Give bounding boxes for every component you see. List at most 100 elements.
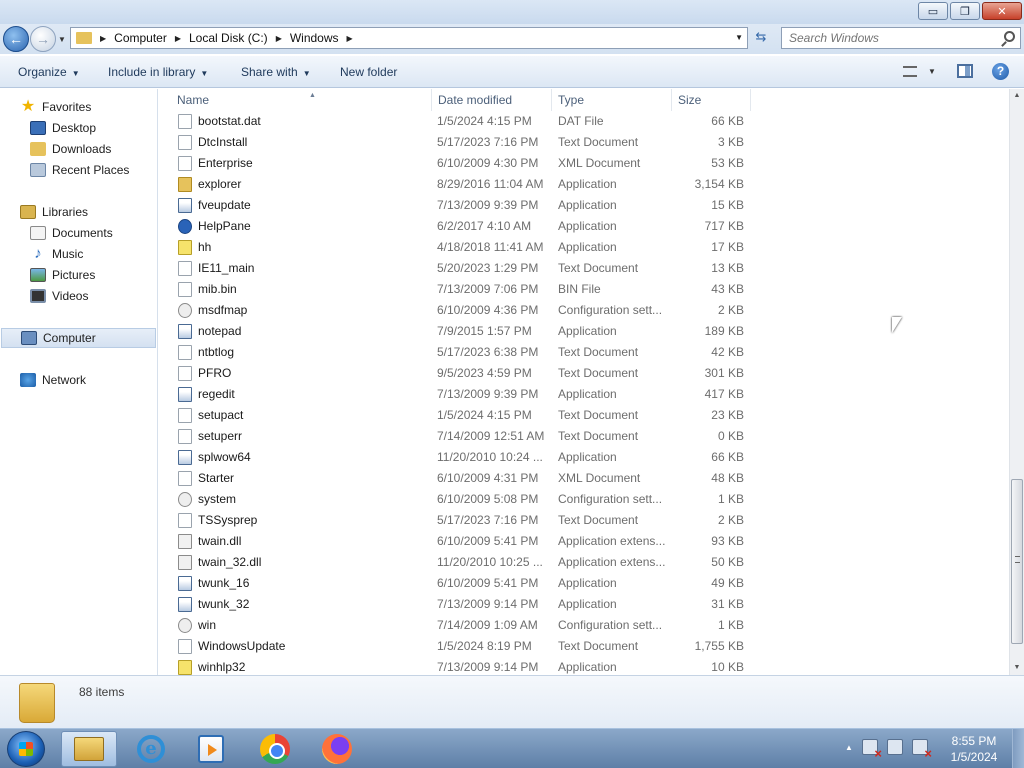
folder-icon: [19, 683, 55, 723]
table-row[interactable]: HelpPane 6/2/2017 4:10 AM Application 717 K…: [160, 216, 760, 237]
scroll-up-button[interactable]: ▲: [1010, 89, 1024, 103]
search-icon[interactable]: [1004, 31, 1015, 42]
nav-network[interactable]: Network: [20, 370, 86, 390]
table-row[interactable]: ntbtlog 5/17/2023 6:38 PM Text Document 42 …: [160, 342, 760, 363]
file-file-icon: [178, 471, 192, 486]
nav-favorites[interactable]: ★ Favorites: [20, 97, 92, 117]
share-with-button[interactable]: Share with ▼: [241, 65, 311, 79]
search-input[interactable]: [782, 28, 992, 48]
file-name: notepad: [198, 324, 242, 338]
nav-videos[interactable]: Videos: [30, 286, 88, 306]
file-size: 3 KB: [717, 135, 744, 149]
preview-pane-icon[interactable]: [957, 64, 973, 78]
taskbar-media-player[interactable]: [183, 731, 239, 767]
file-file-icon: [178, 261, 192, 276]
table-row[interactable]: regedit 7/13/2009 9:39 PM Application 417 K…: [160, 384, 760, 405]
breadcrumb-computer[interactable]: Computer: [114, 31, 167, 45]
help-icon[interactable]: ?: [992, 63, 1009, 80]
forward-button[interactable]: →: [30, 26, 56, 52]
maximize-button[interactable]: ❐: [950, 2, 980, 20]
taskbar-internet-explorer[interactable]: e: [123, 731, 179, 767]
column-header-date-modified[interactable]: Date modified: [433, 89, 552, 111]
chevron-right-icon[interactable]: ▶: [175, 34, 181, 43]
table-row[interactable]: PFRO 9/5/2023 4:59 PM Text Document 301 KB: [160, 363, 760, 384]
action-center-icon[interactable]: [861, 739, 882, 761]
view-options-dropdown[interactable]: ▼: [928, 67, 936, 76]
table-row[interactable]: WindowsUpdate 1/5/2024 8:19 PM Text Docume…: [160, 636, 760, 657]
nav-downloads[interactable]: Downloads: [30, 139, 111, 159]
change-view-icon[interactable]: [903, 66, 917, 77]
table-row[interactable]: bootstat.dat 1/5/2024 4:15 PM DAT File 66 K…: [160, 111, 760, 132]
address-bar[interactable]: ▶ Computer ▶ Local Disk (C:) ▶ Windows ▶…: [70, 27, 748, 49]
table-row[interactable]: Starter 6/10/2009 4:31 PM XML Document 48 K…: [160, 468, 760, 489]
table-row[interactable]: system 6/10/2009 5:08 PM Configuration set…: [160, 489, 760, 510]
column-header-name[interactable]: Name ▲: [172, 89, 432, 111]
network-status-icon[interactable]: [886, 739, 903, 755]
file-size: 717 KB: [704, 219, 744, 233]
nav-recent-places[interactable]: Recent Places: [30, 160, 129, 180]
organize-button[interactable]: Organize ▼: [18, 65, 80, 79]
vertical-scrollbar[interactable]: ▲ ▼: [1009, 89, 1024, 675]
nav-desktop[interactable]: Desktop: [30, 118, 96, 138]
scrollbar-thumb[interactable]: [1011, 479, 1023, 644]
file-file-icon: [178, 639, 192, 654]
breadcrumb-local-disk[interactable]: Local Disk (C:): [189, 31, 268, 45]
nav-music[interactable]: ♪ Music: [30, 244, 83, 264]
table-row[interactable]: twunk_16 6/10/2009 5:41 PM Application 49 K…: [160, 573, 760, 594]
recent-pages-dropdown[interactable]: ▼: [58, 35, 66, 44]
nav-pictures[interactable]: Pictures: [30, 265, 95, 285]
table-row[interactable]: msdfmap 6/10/2009 4:36 PM Configuration se…: [160, 300, 760, 321]
chevron-right-icon[interactable]: ▶: [276, 34, 282, 43]
file-type: Text Document: [558, 408, 639, 422]
nav-documents[interactable]: Documents: [30, 223, 113, 243]
start-button[interactable]: [7, 731, 45, 767]
table-row[interactable]: twain.dll 6/10/2009 5:41 PM Application ex…: [160, 531, 760, 552]
table-row[interactable]: notepad 7/9/2015 1:57 PM Application 189 KB: [160, 321, 760, 342]
details-pane: 88 items: [0, 675, 1024, 728]
nav-libraries[interactable]: Libraries: [20, 202, 88, 222]
back-button[interactable]: ←: [3, 26, 29, 52]
column-header-size[interactable]: Size: [673, 89, 751, 111]
table-row[interactable]: IE11_main 5/20/2023 1:29 PM Text Document 1…: [160, 258, 760, 279]
taskbar-clock[interactable]: 8:55 PM 1/5/2024: [945, 733, 1003, 765]
table-row[interactable]: hh 4/18/2018 11:41 AM Application 17 KB: [160, 237, 760, 258]
file-size: 66 KB: [711, 114, 744, 128]
table-row[interactable]: fveupdate 7/13/2009 9:39 PM Application 15 …: [160, 195, 760, 216]
minimize-button[interactable]: ▭: [918, 2, 948, 20]
refresh-button[interactable]: ⇆: [750, 29, 772, 49]
table-row[interactable]: splwow64 11/20/2010 10:24 ... Application 6…: [160, 447, 760, 468]
table-row[interactable]: win 7/14/2009 1:09 AM Configuration sett..…: [160, 615, 760, 636]
table-row[interactable]: Enterprise 6/10/2009 4:30 PM XML Document 5…: [160, 153, 760, 174]
table-row[interactable]: twunk_32 7/13/2009 9:14 PM Application 31 K…: [160, 594, 760, 615]
volume-muted-icon[interactable]: [911, 739, 932, 761]
table-row[interactable]: explorer 8/29/2016 11:04 AM Application 3,1…: [160, 174, 760, 195]
file-name: bootstat.dat: [198, 114, 261, 128]
breadcrumb-windows[interactable]: Windows: [290, 31, 339, 45]
chrome-icon: [260, 734, 290, 764]
table-row[interactable]: setuperr 7/14/2009 12:51 AM Text Document 0…: [160, 426, 760, 447]
address-history-dropdown[interactable]: ▼: [735, 33, 743, 42]
search-box[interactable]: [781, 27, 1021, 49]
taskbar-windows-explorer[interactable]: [61, 731, 117, 767]
show-desktop-button[interactable]: [1012, 729, 1024, 768]
table-row[interactable]: DtcInstall 5/17/2023 7:16 PM Text Document…: [160, 132, 760, 153]
nav-computer[interactable]: Computer: [1, 328, 156, 348]
column-header-type[interactable]: Type: [553, 89, 672, 111]
chevron-right-icon[interactable]: ▶: [347, 34, 353, 43]
taskbar-firefox[interactable]: [309, 731, 365, 767]
taskbar-chrome[interactable]: [247, 731, 303, 767]
new-folder-button[interactable]: New folder: [340, 65, 397, 79]
close-button[interactable]: ✕: [982, 2, 1022, 20]
include-in-library-button[interactable]: Include in library ▼: [108, 65, 208, 79]
show-hidden-icons-icon[interactable]: ▲: [845, 743, 853, 752]
chevron-right-icon[interactable]: ▶: [100, 34, 106, 43]
scroll-down-button[interactable]: ▼: [1010, 661, 1024, 675]
file-name: system: [198, 492, 237, 506]
table-row[interactable]: TSSysprep 5/17/2023 7:16 PM Text Document 2…: [160, 510, 760, 531]
table-row[interactable]: twain_32.dll 11/20/2010 10:25 ... Applicat…: [160, 552, 760, 573]
file-size: 43 KB: [711, 282, 744, 296]
file-size: 2 KB: [717, 303, 744, 317]
table-row[interactable]: setupact 1/5/2024 4:15 PM Text Document 23 …: [160, 405, 760, 426]
nav-recent-places-label: Recent Places: [52, 163, 130, 177]
table-row[interactable]: mib.bin 7/13/2009 7:06 PM BIN File 43 KB: [160, 279, 760, 300]
